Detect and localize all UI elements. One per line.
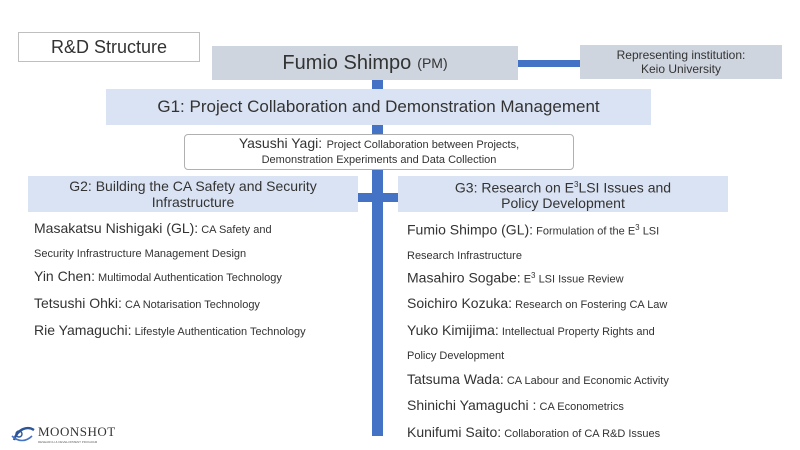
g3-member-sogabe: Masahiro Sogabe: E3 LSI Issue Review (407, 269, 624, 286)
yagi-line1: Yasushi Yagi: Project Collaboration betw… (239, 136, 519, 153)
g3-title-line2: Policy Development (501, 195, 625, 212)
yagi-name: Yasushi Yagi: (238, 135, 323, 151)
g2-member-chen: Yin Chen: Multimodal Authentication Tech… (34, 268, 282, 284)
pm-tag: (PM) (417, 55, 448, 71)
pm-box: Fumio Shimpo (PM) (212, 46, 518, 80)
g3-member-yamaguchi-shinichi: Shinichi Yamaguchi : CA Econometrics (407, 397, 624, 413)
g2-title-line1: G2: Building the CA Safety and Security (69, 178, 317, 194)
institution-box: Representing institution: Keio Universit… (580, 45, 782, 79)
g3-box: G3: Research on E3LSI Issues and Policy … (398, 176, 728, 212)
g2-box: G2: Building the CA Safety and Security … (28, 176, 358, 212)
yagi-desc2: Demonstration Experiments and Data Colle… (261, 154, 497, 166)
yagi-desc1: Project Collaboration between Projects, (326, 139, 520, 151)
pm-name: Fumio Shimpo (282, 51, 412, 74)
g3-member-shimpo: Fumio Shimpo (GL): Formulation of the E3… (407, 221, 660, 262)
g2-member-yamaguchi-rie: Rie Yamaguchi: Lifestyle Authentication … (34, 322, 306, 338)
moonshot-logo-subtext: RESEARCH & DEVELOPMENT PROGRAM (38, 440, 98, 444)
institution-label: Representing institution: (616, 48, 746, 62)
connector-g2-g3 (358, 193, 398, 202)
g2-title-line2: Infrastructure (151, 194, 235, 210)
yagi-box: Yasushi Yagi: Project Collaboration betw… (184, 134, 574, 170)
moonshot-logo: MOONSHOT RESEARCH & DEVELOPMENT PROGRAM (10, 424, 116, 444)
g3-title-line1: G3: Research on E3LSI Issues and (454, 179, 672, 196)
connector-pm-institution (518, 60, 580, 67)
g2-member-nishigaki: Masakatsu Nishigaki (GL): CA Safety and … (34, 220, 272, 260)
moonshot-logo-text: MOONSHOT (38, 424, 116, 439)
moonshot-logo-icon (11, 426, 35, 442)
g3-member-saito: Kunifumi Saito: Collaboration of CA R&D … (407, 424, 661, 440)
institution-name: Keio University (640, 62, 722, 76)
g2-member-ohki: Tetsushi Ohki: CA Notarisation Technolog… (34, 295, 260, 311)
g3-member-kimijima: Yuko Kimijima: Intellectual Property Rig… (407, 322, 655, 362)
page-title: R&D Structure (18, 32, 200, 62)
g3-member-kozuka: Soichiro Kozuka: Research on Fostering C… (407, 295, 668, 311)
g3-member-wada: Tatsuma Wada: CA Labour and Economic Act… (407, 371, 669, 387)
g1-box: G1: Project Collaboration and Demonstrat… (106, 89, 651, 125)
